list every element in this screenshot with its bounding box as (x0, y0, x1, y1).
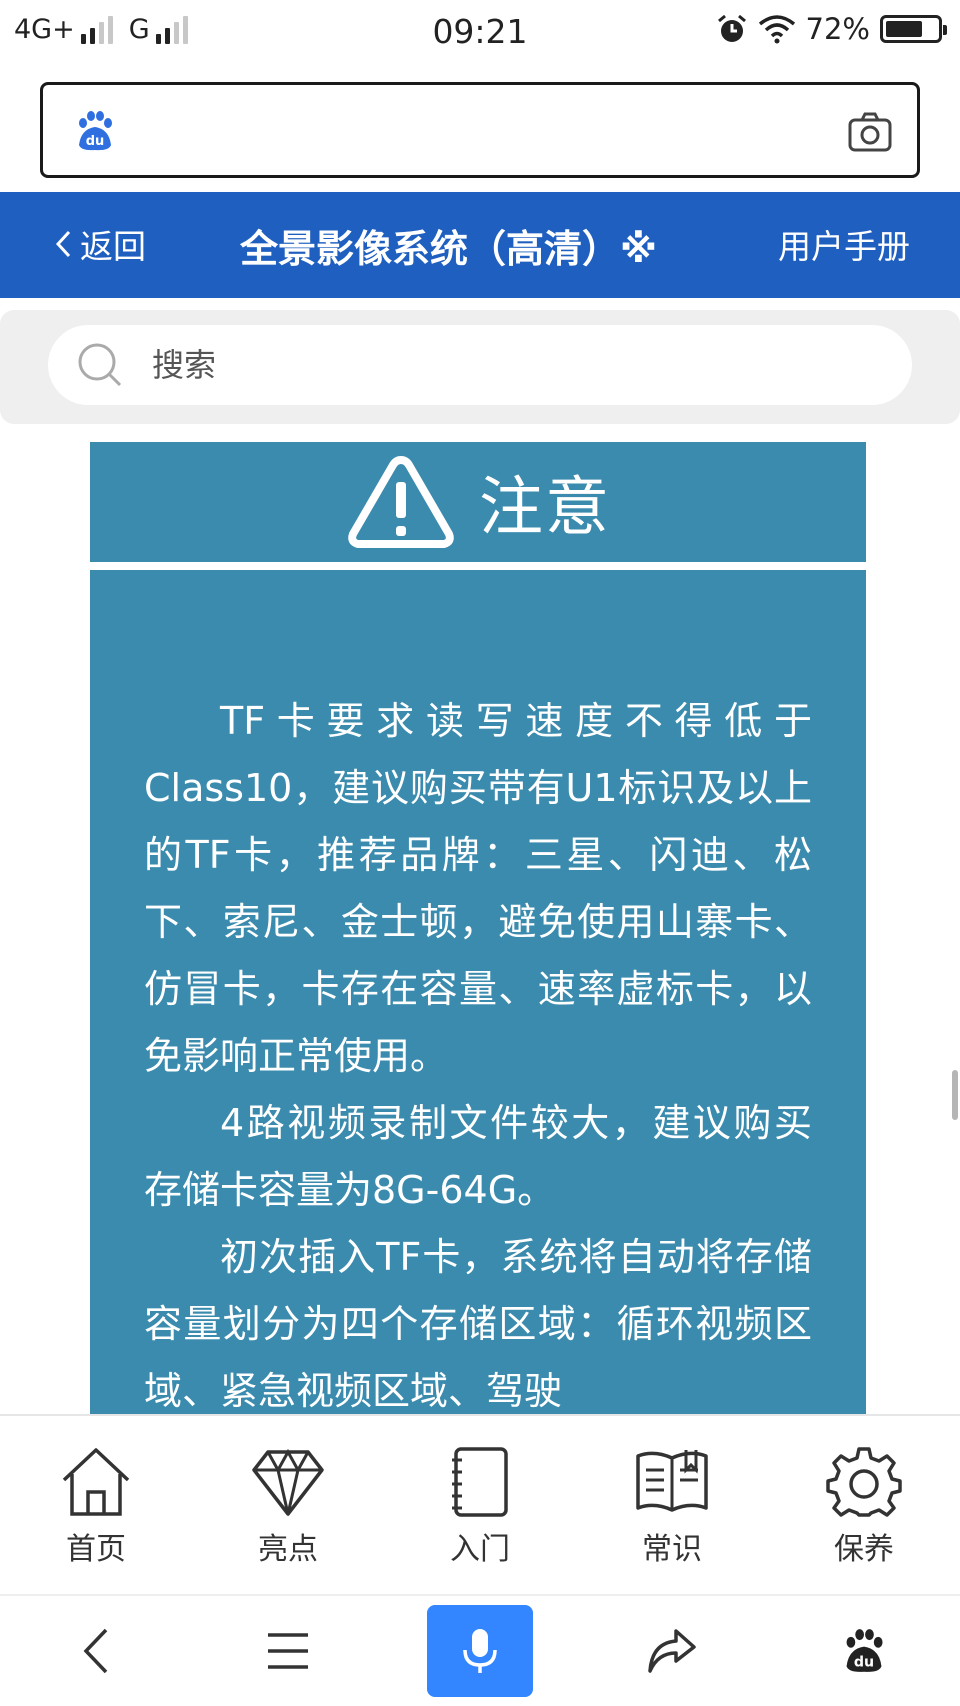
nav-item-knowledge[interactable]: 常识 (576, 1416, 768, 1594)
nav-label: 常识 (642, 1532, 702, 1567)
share-icon (648, 1629, 696, 1673)
wifi-icon (758, 15, 795, 44)
browser-address-bar[interactable]: du (40, 82, 920, 178)
baidu-paw-icon[interactable]: du (73, 109, 117, 153)
battery-icon (880, 15, 947, 43)
notice-body: TF卡要求读写速度不得低于Class10，建议购买带有U1标识及以上的TF卡，推… (90, 570, 866, 1414)
notice-header: 注意 (90, 442, 866, 562)
browser-share-button[interactable] (576, 1595, 768, 1706)
nav-label: 亮点 (258, 1532, 318, 1567)
nav-item-highlights[interactable]: 亮点 (192, 1416, 384, 1594)
baidu-paw-icon: du (846, 1629, 883, 1672)
chevron-left-icon (55, 230, 71, 258)
nav-item-home[interactable]: 首页 (0, 1416, 192, 1594)
gear-icon (826, 1447, 902, 1517)
home-icon (62, 1448, 130, 1516)
browser-back-button[interactable] (0, 1595, 192, 1706)
bottom-nav: 首页 亮点 入门 常识 保养 (0, 1414, 960, 1594)
svg-text:du: du (854, 1654, 874, 1670)
search-area (0, 310, 960, 424)
app-header: 返回 全景影像系统（高清）※ 用户手册 (0, 192, 960, 298)
voice-search-pill[interactable] (427, 1605, 533, 1697)
content-area[interactable]: 注意 TF卡要求读写速度不得低于Class10，建议购买带有U1标识及以上的TF… (0, 432, 960, 1414)
battery-fill (886, 21, 922, 37)
back-button[interactable]: 返回 (54, 220, 146, 268)
notice-paragraph: 4路视频录制文件较大，建议购买存储卡容量为8G-64G。 (144, 1101, 812, 1212)
notice-title: 注意 (479, 471, 611, 545)
microphone-icon (463, 1629, 497, 1673)
notice-paragraph: TF卡要求读写速度不得低于Class10，建议购买带有U1标识及以上的TF卡，推… (144, 699, 812, 1078)
back-label: 返回 (80, 227, 146, 266)
status-bar: 4G+ G 09:21 72% (0, 0, 960, 66)
nav-label: 保养 (834, 1532, 894, 1567)
baidu-home-button[interactable]: du (768, 1595, 960, 1706)
menu-icon (268, 1633, 308, 1669)
alarm-icon (717, 14, 746, 42)
notice-paragraph: 初次插入TF卡，系统将自动将存储容量划分为四个存储区域：循环视频区域、紧急视频区… (144, 1235, 812, 1413)
search-icon (78, 343, 122, 387)
browser-toolbar: du (0, 1594, 960, 1706)
page-title: 全景影像系统（高清）※ (240, 227, 657, 271)
svg-text:du: du (86, 134, 105, 149)
scrollbar-thumb[interactable] (952, 1070, 958, 1120)
nav-label: 首页 (66, 1532, 126, 1567)
search-box[interactable] (48, 325, 912, 405)
notebook-icon (452, 1447, 508, 1517)
warning-icon (348, 456, 454, 548)
system-indicators: 72% (716, 12, 947, 46)
nav-item-getting-started[interactable]: 入门 (384, 1416, 576, 1594)
camera-icon[interactable] (847, 111, 893, 153)
browser-menu-button[interactable] (192, 1595, 384, 1706)
nav-label: 入门 (450, 1532, 510, 1567)
voice-search-button[interactable] (384, 1595, 576, 1706)
search-input[interactable] (152, 325, 872, 405)
battery-percent: 72% (805, 12, 870, 46)
diamond-icon (252, 1448, 324, 1516)
book-icon (636, 1450, 708, 1512)
nav-item-maintenance[interactable]: 保养 (768, 1416, 960, 1594)
user-manual-link[interactable]: 用户手册 (778, 220, 910, 268)
back-icon (83, 1628, 108, 1674)
